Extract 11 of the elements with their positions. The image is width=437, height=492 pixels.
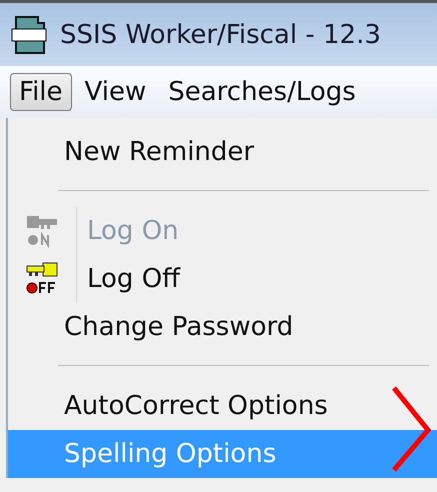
key-icon <box>25 262 59 296</box>
menu-option[interactable]: Change Password <box>8 303 437 351</box>
menu-item[interactable]: File <box>10 73 72 111</box>
menu-option[interactable]: New Reminder <box>8 128 437 176</box>
menu-option[interactable]: Log Off <box>8 255 437 303</box>
app-logo-icon <box>10 14 48 54</box>
window-title: SSIS Worker/Fiscal - 12.3 <box>60 20 381 50</box>
key-icon <box>25 214 59 248</box>
menu-item[interactable]: View <box>76 73 156 111</box>
menu-item[interactable]: Searches/Logs <box>159 73 365 111</box>
menu-option[interactable]: AutoCorrect Options <box>8 382 437 430</box>
